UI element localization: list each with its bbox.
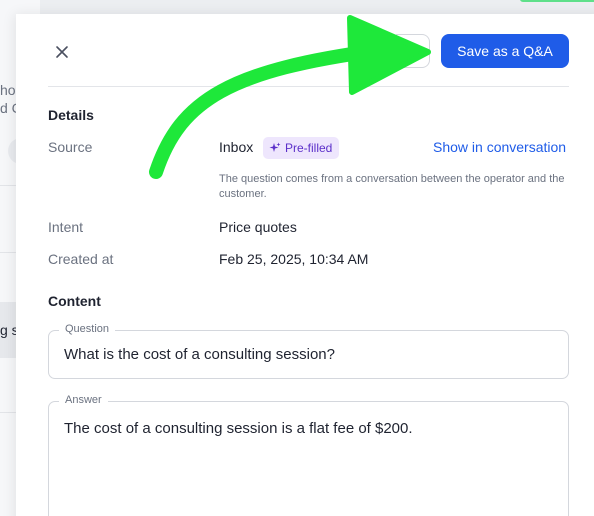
question-input-value[interactable]: What is the cost of a consulting session…: [64, 346, 335, 363]
created-at-value: Feb 25, 2025, 10:34 AM: [219, 251, 369, 267]
created-at-label: Created at: [48, 251, 114, 267]
close-button[interactable]: [52, 42, 72, 62]
source-value: Inbox: [219, 139, 254, 155]
question-field[interactable]: Question What is the cost of a consultin…: [48, 323, 569, 379]
answer-textarea-value[interactable]: The cost of a consulting session is a fl…: [64, 420, 413, 437]
qa-drawer-panel: Save as a Q&A Details Source Inbox Pre-f…: [16, 14, 594, 516]
source-helper-text: The question comes from a conversation b…: [219, 173, 565, 200]
background-green-button: [520, 0, 594, 2]
screenshot-stage: ho d C g s Save as a Q&A Details Source …: [0, 0, 594, 516]
answer-field[interactable]: Answer The cost of a consulting session …: [48, 394, 569, 516]
header-divider: [48, 86, 569, 87]
question-legend: Question: [59, 323, 116, 335]
show-in-conversation-link[interactable]: Show in conversation: [433, 139, 566, 155]
source-label: Source: [48, 139, 93, 155]
prefilled-badge: Pre-filled: [263, 137, 340, 159]
prefilled-badge-label: Pre-filled: [285, 141, 333, 155]
secondary-button[interactable]: [396, 34, 430, 68]
intent-label: Intent: [48, 219, 84, 235]
background-text: ho: [0, 82, 16, 98]
answer-legend: Answer: [59, 394, 108, 406]
close-icon: [56, 46, 68, 58]
details-heading: Details: [48, 107, 94, 123]
intent-value: Price quotes: [219, 219, 297, 235]
save-as-qa-button[interactable]: Save as a Q&A: [441, 34, 569, 68]
content-heading: Content: [48, 293, 101, 309]
sparkle-icon: [269, 142, 281, 152]
